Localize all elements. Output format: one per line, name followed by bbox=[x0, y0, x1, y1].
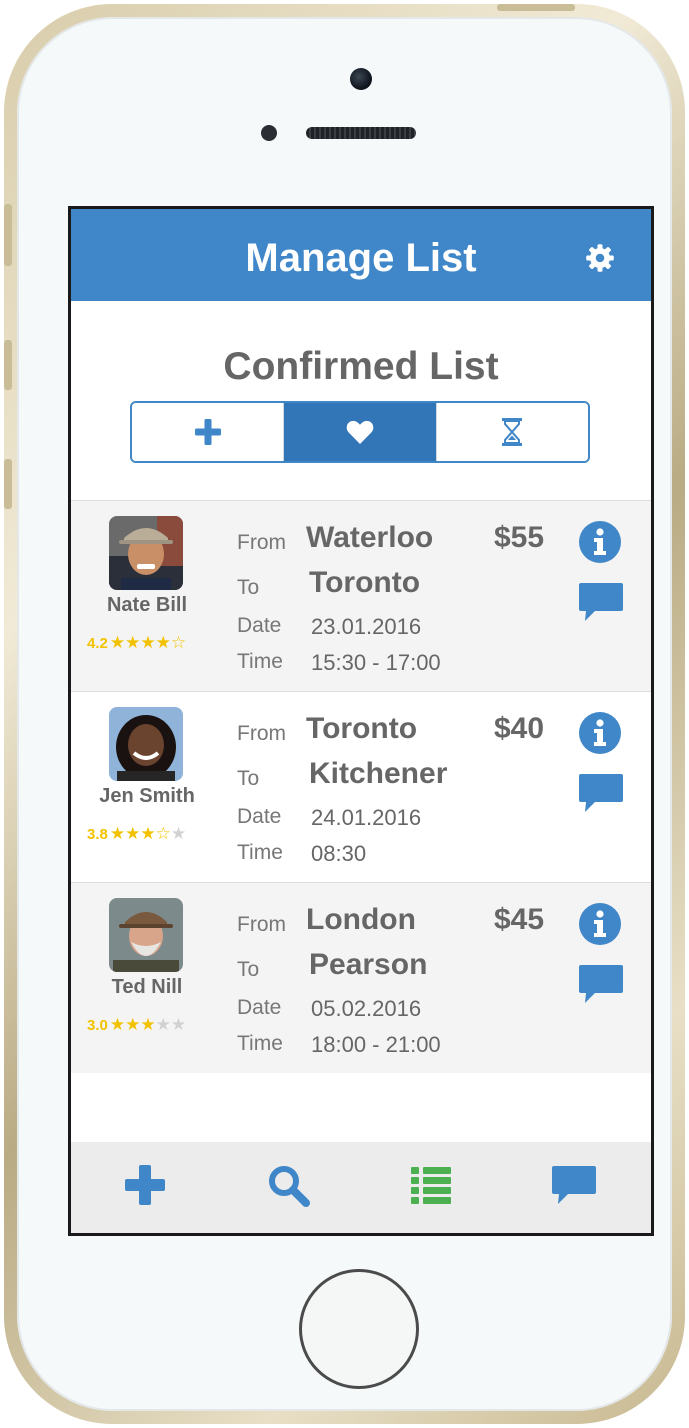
bottom-tab-bar bbox=[71, 1142, 651, 1233]
earpiece-speaker bbox=[306, 127, 416, 139]
info-icon[interactable] bbox=[579, 521, 621, 563]
hourglass-icon bbox=[502, 418, 523, 446]
driver-rating: 3.0 ★★★★★ bbox=[87, 1015, 186, 1035]
plus-icon bbox=[194, 419, 221, 445]
to-label: To bbox=[237, 958, 260, 981]
time-label: Time bbox=[237, 1032, 283, 1055]
chat-icon[interactable] bbox=[579, 583, 623, 623]
time-label: Time bbox=[237, 650, 283, 673]
ride-date: 24.01.2016 bbox=[311, 805, 422, 830]
ride-price: $55 bbox=[494, 521, 545, 554]
to-label: To bbox=[237, 576, 260, 599]
from-label: From bbox=[237, 913, 286, 936]
from-city: London bbox=[306, 903, 416, 936]
page-title: Manage List bbox=[245, 236, 477, 280]
rating-stars: ★★★★☆ bbox=[109, 633, 187, 652]
avatar bbox=[109, 707, 183, 781]
date-label: Date bbox=[237, 996, 282, 1019]
app-header: Manage List bbox=[71, 209, 651, 301]
date-label: Date bbox=[237, 614, 282, 637]
driver-rating: 3.8 ★★★☆★ bbox=[87, 824, 186, 844]
tab-add-plus-icon[interactable] bbox=[123, 1163, 167, 1207]
time-label: Time bbox=[237, 841, 283, 864]
rating-value: 3.8 bbox=[87, 826, 108, 843]
driver-name: Jen Smith bbox=[99, 785, 195, 807]
list-filter-segmented-control bbox=[130, 401, 590, 463]
from-city: Waterloo bbox=[306, 521, 434, 554]
from-label: From bbox=[237, 722, 286, 745]
power-button bbox=[497, 4, 575, 11]
section-title: Confirmed List bbox=[223, 345, 499, 388]
rating-stars-empty: ★ bbox=[170, 824, 187, 843]
info-icon[interactable] bbox=[579, 712, 621, 754]
tab-list-icon[interactable] bbox=[409, 1163, 453, 1207]
date-label: Date bbox=[237, 805, 282, 828]
ride-row[interactable]: Nate Bill 4.2 ★★★★☆ From Waterloo To Toro… bbox=[71, 500, 651, 691]
chat-icon[interactable] bbox=[579, 965, 623, 1005]
gear-icon[interactable] bbox=[585, 243, 615, 273]
rating-stars: ★★★☆ bbox=[109, 824, 171, 843]
ride-date: 23.01.2016 bbox=[311, 614, 422, 639]
ride-row[interactable]: Ted Nill 3.0 ★★★★★ From London To Pearson… bbox=[71, 882, 651, 1073]
from-city: Toronto bbox=[306, 712, 418, 745]
to-city: Pearson bbox=[309, 948, 428, 981]
to-label: To bbox=[237, 767, 260, 790]
ride-list: Nate Bill 4.2 ★★★★☆ From Waterloo To Toro… bbox=[71, 500, 651, 1073]
ride-row[interactable]: Jen Smith 3.8 ★★★☆★ From Toronto To Kitch… bbox=[71, 691, 651, 882]
ride-time: 18:00 - 21:00 bbox=[311, 1032, 441, 1057]
driver-name: Nate Bill bbox=[106, 594, 188, 616]
tab-chat-icon[interactable] bbox=[552, 1163, 596, 1207]
ride-time: 08:30 bbox=[311, 841, 367, 866]
rating-stars-empty: ★★ bbox=[155, 1015, 187, 1034]
from-label: From bbox=[237, 531, 286, 554]
segment-add[interactable] bbox=[132, 403, 284, 461]
driver-rating: 4.2 ★★★★☆ bbox=[87, 633, 186, 653]
segment-confirmed[interactable] bbox=[283, 403, 436, 461]
volume-down-button bbox=[4, 459, 12, 509]
rating-value: 4.2 bbox=[87, 635, 108, 652]
ride-date: 05.02.2016 bbox=[311, 996, 422, 1021]
info-icon[interactable] bbox=[579, 903, 621, 945]
ride-time: 15:30 - 17:00 bbox=[311, 650, 441, 675]
heart-icon bbox=[346, 420, 374, 444]
avatar bbox=[109, 516, 183, 590]
avatar bbox=[109, 898, 183, 972]
tab-search-icon[interactable] bbox=[266, 1163, 310, 1207]
mute-switch bbox=[4, 204, 12, 266]
ride-price: $40 bbox=[494, 712, 545, 745]
chat-icon[interactable] bbox=[579, 774, 623, 814]
rating-stars: ★★★ bbox=[109, 1015, 156, 1034]
app-screen: Manage List Confirmed List Nate Bill 4.2… bbox=[68, 206, 654, 1236]
front-camera bbox=[350, 68, 372, 90]
segment-pending[interactable] bbox=[435, 403, 588, 461]
home-button[interactable] bbox=[299, 1269, 419, 1389]
to-city: Toronto bbox=[309, 566, 421, 599]
driver-name: Ted Nill bbox=[111, 976, 183, 998]
ride-price: $45 bbox=[494, 903, 545, 936]
volume-up-button bbox=[4, 340, 12, 390]
proximity-sensor bbox=[261, 125, 277, 141]
rating-value: 3.0 bbox=[87, 1017, 108, 1034]
to-city: Kitchener bbox=[309, 757, 448, 790]
